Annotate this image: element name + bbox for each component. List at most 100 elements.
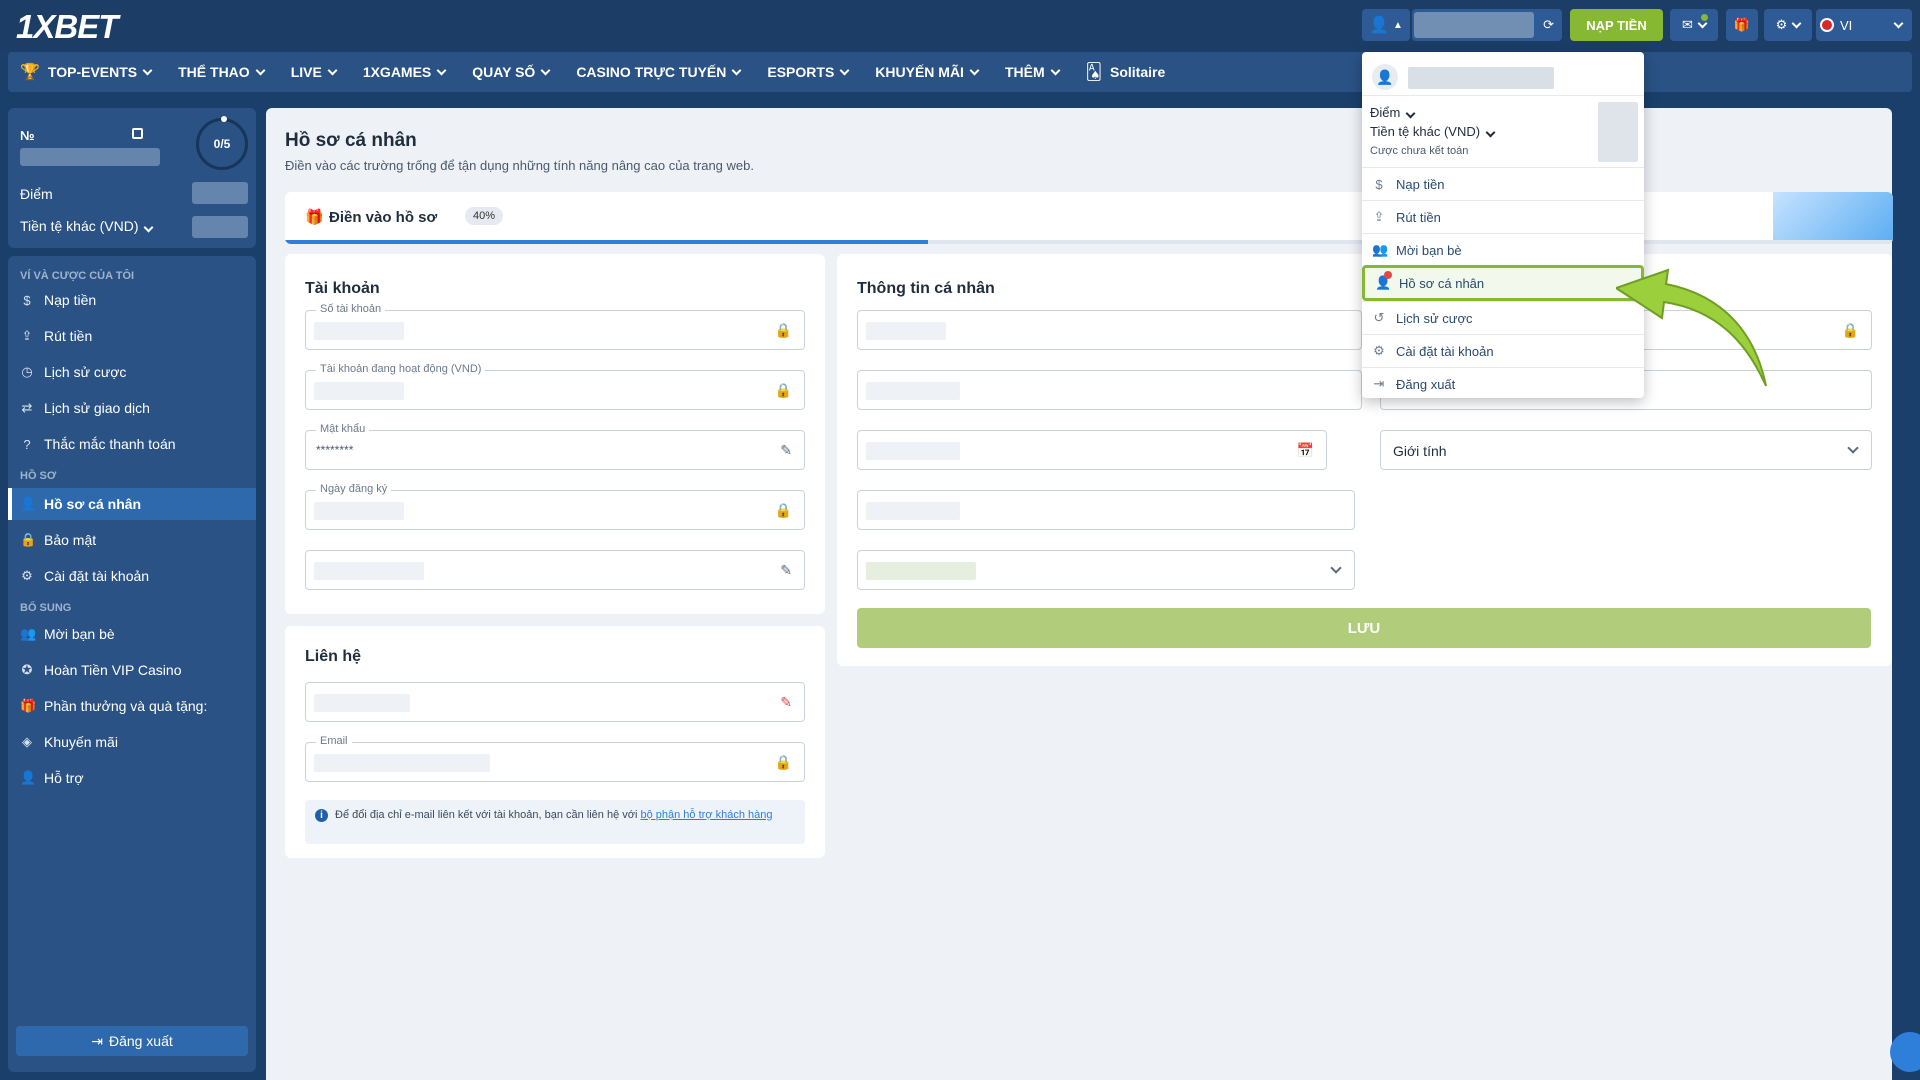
- dropdown-item-withdraw[interactable]: ⇪ Rút tiền: [1362, 200, 1644, 233]
- support-chat-button[interactable]: [1890, 1032, 1920, 1072]
- sidebar: № 0/5 Điểm Tiền tệ khác (VND) VÍ VÀ CƯỢC…: [8, 108, 256, 1072]
- address-field[interactable]: [857, 490, 1355, 530]
- sidebar-item-deposit[interactable]: $ Nạp tiền: [8, 284, 256, 316]
- dollar-icon: $: [23, 292, 31, 308]
- gender-select[interactable]: Giới tính: [1380, 430, 1872, 470]
- dropdown-item-deposit[interactable]: $ Nạp tiền: [1362, 167, 1644, 200]
- dropdown-item-account-settings[interactable]: ⚙ Cài đặt tài khoản: [1362, 334, 1644, 367]
- info-icon: i: [315, 809, 328, 822]
- nav-casino[interactable]: CASINO TRỰC TUYẾN: [576, 64, 742, 80]
- sidebar-item-invite-friends[interactable]: 👥 Mời bạn bè: [8, 618, 256, 650]
- nav-label: CASINO TRỰC TUYẾN: [576, 64, 727, 80]
- page-subtitle: Điền vào các trường trống để tận dụng nh…: [285, 158, 754, 173]
- nav-more[interactable]: THÊM: [1005, 64, 1061, 80]
- cards-icon: 🂡: [1085, 64, 1102, 81]
- dropdown-item-label: Mời bạn bè: [1396, 242, 1462, 258]
- phone-field[interactable]: ✎: [305, 682, 805, 722]
- banner-decoration: [1773, 192, 1893, 244]
- nav-lottery[interactable]: QUAY SỐ: [472, 64, 551, 80]
- sidebar-item-account-settings[interactable]: ⚙ Cài đặt tài khoản: [8, 560, 256, 592]
- pencil-icon[interactable]: ✎: [780, 694, 792, 711]
- chevron-up-icon: ▲: [1393, 19, 1403, 31]
- sidebar-item-security[interactable]: 🔒 Bảo mật: [8, 524, 256, 556]
- sidebar-item-payment-questions[interactable]: ? Thắc mắc thanh toán: [8, 428, 256, 460]
- sidebar-item-transaction-history[interactable]: ⇄ Lịch sử giao dịch: [8, 392, 256, 424]
- support-link[interactable]: bộ phận hỗ trợ khách hàng: [640, 809, 772, 821]
- account-number-field: Số tài khoản 🔒: [305, 303, 805, 350]
- sidebar-logout-button[interactable]: ⇥ Đăng xuất: [16, 1026, 248, 1056]
- currency-value-hidden: [192, 216, 248, 238]
- copy-icon[interactable]: [132, 128, 143, 139]
- messages-button[interactable]: ✉: [1670, 9, 1718, 41]
- logout-icon: ⇥: [1373, 376, 1385, 391]
- currency-selector[interactable]: Tiền tệ khác (VND): [20, 218, 154, 234]
- dropdown-item-profile[interactable]: 👤 Hồ sơ cá nhân: [1362, 265, 1644, 301]
- profile-completion-fill: [285, 240, 929, 244]
- nav-label: Solitaire: [1110, 64, 1166, 80]
- sidebar-item-profile[interactable]: 👤 Hồ sơ cá nhân: [8, 488, 256, 520]
- last-name-field[interactable]: [857, 370, 1362, 410]
- dollar-icon: $: [1375, 176, 1383, 192]
- main-content: Hồ sơ cá nhân Điền vào các trường trống …: [266, 108, 1893, 1080]
- account-card-title: Tài khoản: [305, 280, 380, 297]
- user-icon: 👤: [1369, 17, 1389, 34]
- sidebar-item-label: Mời bạn bè: [44, 626, 115, 642]
- nav-1xgames[interactable]: 1XGAMES: [363, 64, 447, 80]
- gift-button[interactable]: 🎁: [1726, 9, 1758, 41]
- editable-account-field[interactable]: ✎: [305, 550, 805, 590]
- password-field[interactable]: Mật khẩu ******** ✎: [305, 423, 805, 470]
- country-select[interactable]: [857, 550, 1355, 590]
- profile-progress-ring: 0/5: [196, 116, 248, 170]
- email-field: Email 🔒: [305, 735, 805, 782]
- nav-solitaire[interactable]: 🂡 Solitaire: [1086, 62, 1166, 82]
- field-value-hidden: [866, 502, 960, 520]
- nav-promotions[interactable]: KHUYẾN MÃI: [875, 64, 980, 80]
- pencil-icon[interactable]: ✎: [780, 562, 792, 579]
- dropdown-currency[interactable]: Tiền tệ khác (VND): [1370, 124, 1496, 139]
- deposit-button[interactable]: NẠP TIỀN: [1570, 9, 1663, 41]
- user-icon: 👤: [1375, 271, 1392, 290]
- save-button[interactable]: LƯU: [857, 608, 1871, 648]
- dropdown-item-logout[interactable]: ⇥ Đăng xuất: [1362, 367, 1644, 400]
- account-menu: VÍ VÀ CƯỢC CỦA TÔI $ Nạp tiền ⇪ Rút tiền ◷…: [8, 256, 256, 1072]
- birth-date-field[interactable]: 📅: [857, 430, 1327, 470]
- section-extra-title: BỔ SUNG: [20, 602, 72, 614]
- field-value-hidden: [314, 322, 404, 340]
- sidebar-item-withdraw[interactable]: ⇪ Rút tiền: [8, 320, 256, 352]
- user-menu-button[interactable]: 👤 ▲: [1362, 9, 1410, 41]
- vietnam-flag-icon: [1820, 18, 1834, 32]
- settings-button[interactable]: ⚙: [1764, 9, 1812, 41]
- top-bar: 1XBET 👤 ▲ ⟳ NẠP TIỀN ✉ 🎁 ⚙ VI: [0, 0, 1920, 50]
- balance-display[interactable]: ⟳: [1412, 9, 1562, 41]
- first-name-field[interactable]: [857, 310, 1362, 350]
- chevron-down-icon: [969, 65, 980, 75]
- sidebar-item-rewards[interactable]: 🎁 Phần thưởng và quà tặng:: [8, 690, 256, 722]
- sidebar-item-label: Bảo mật: [44, 532, 97, 548]
- nav-sports[interactable]: THỂ THAO: [178, 64, 266, 80]
- dropdown-item-label: Rút tiền: [1396, 209, 1441, 225]
- sidebar-item-label: Hồ sơ cá nhân: [44, 496, 142, 512]
- calendar-icon[interactable]: 📅: [1297, 442, 1314, 459]
- profile-completion-banner: 🎁 Điền vào hồ sơ 40%: [285, 192, 1893, 244]
- language-selector[interactable]: VI: [1816, 9, 1912, 41]
- chevron-down-icon: [1405, 108, 1416, 119]
- dropdown-item-bet-history[interactable]: ↺ Lịch sử cược: [1362, 301, 1644, 334]
- nav-esports[interactable]: ESPORTS: [767, 64, 850, 80]
- nav-top-events[interactable]: 🏆 TOP-EVENTS: [20, 62, 153, 82]
- dropdown-points[interactable]: Điểm: [1370, 105, 1416, 120]
- sidebar-item-vip-cashback[interactable]: ✪ Hoàn Tiền VIP Casino: [8, 654, 256, 686]
- sidebar-item-bet-history[interactable]: ◷ Lịch sử cược: [8, 356, 256, 388]
- brand-logo[interactable]: 1XBET: [16, 8, 118, 46]
- chevron-down-icon: [436, 65, 447, 75]
- vip-icon: ✪: [21, 662, 33, 677]
- points-label: Điểm: [1370, 105, 1401, 120]
- sidebar-item-support[interactable]: 👤 Hỗ trợ: [8, 762, 256, 794]
- pencil-icon[interactable]: ✎: [780, 442, 792, 459]
- nav-live[interactable]: LIVE: [291, 64, 338, 80]
- sidebar-item-promotions[interactable]: ◈ Khuyến mãi: [8, 726, 256, 758]
- chevron-down-icon: [839, 65, 850, 75]
- refresh-icon[interactable]: ⟳: [1543, 17, 1554, 33]
- chevron-down-icon: [731, 65, 742, 75]
- dropdown-item-invite-friends[interactable]: 👥 Mời bạn bè: [1362, 233, 1644, 266]
- chevron-down-icon: [255, 65, 266, 75]
